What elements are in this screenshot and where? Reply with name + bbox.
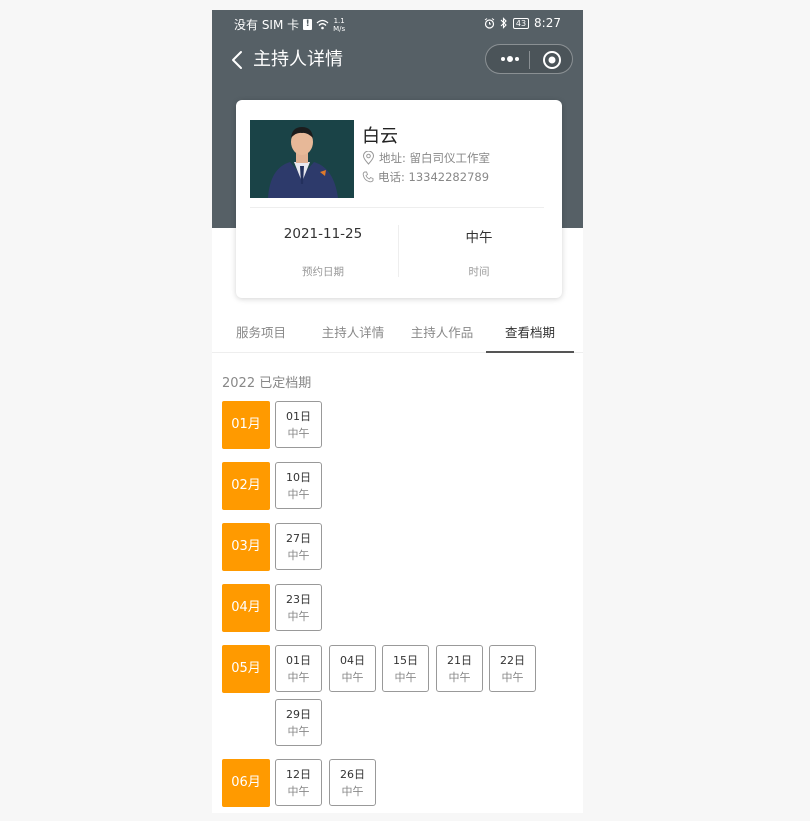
day-period: 中午 <box>287 671 310 684</box>
day-number: 23日 <box>286 593 311 606</box>
day-number: 01日 <box>286 654 311 667</box>
tab-host-details[interactable]: 主持人详情 <box>309 314 397 352</box>
phone-screen: 没有 SIM 卡 ! 1.1 M/s 43 8:27 主持人详情 白云 地址: … <box>212 10 583 813</box>
month-badge: 01月 <box>222 401 270 449</box>
day-period: 中午 <box>287 610 310 623</box>
speed-unit: M/s <box>333 24 346 33</box>
day-number: 27日 <box>286 532 311 545</box>
host-phone[interactable]: 电话: 13342282789 <box>378 169 489 185</box>
schedule-day[interactable]: 26日 中午 <box>329 759 376 806</box>
day-period: 中午 <box>287 549 310 562</box>
day-period: 中午 <box>287 427 310 440</box>
month-badge: 02月 <box>222 462 270 510</box>
sim-alert-icon: ! <box>303 19 313 30</box>
schedule-day[interactable]: 29日 中午 <box>275 699 322 746</box>
day-period: 中午 <box>341 671 364 684</box>
month-badge: 04月 <box>222 584 270 632</box>
booking-date-label: 预约日期 <box>302 266 344 278</box>
navigation-bar: 主持人详情 <box>212 42 583 78</box>
day-number: 12日 <box>286 768 311 781</box>
target-circle-icon[interactable] <box>540 48 564 72</box>
host-address: 地址: 留白司仪工作室 <box>379 151 491 165</box>
more-dots-icon[interactable] <box>494 49 526 69</box>
tab-view-schedule[interactable]: 查看档期 <box>486 314 574 353</box>
schedule-day[interactable]: 27日 中午 <box>275 523 322 570</box>
host-phone-row: 电话: 13342282789 <box>362 169 489 185</box>
schedule-year-title: 2022 已定档期 <box>222 376 312 391</box>
day-period: 中午 <box>287 488 310 501</box>
schedule-day[interactable]: 01日 中午 <box>275 401 322 448</box>
day-number: 29日 <box>286 708 311 721</box>
detail-tabs: 服务项目 主持人详情 主持人作品 查看档期 <box>212 314 583 353</box>
booking-date-block: 2021-11-25 预约日期 <box>242 208 404 298</box>
location-pin-icon <box>362 151 375 165</box>
month-badge: 06月 <box>222 759 270 807</box>
bluetooth-icon <box>500 17 507 29</box>
day-period: 中午 <box>448 671 471 684</box>
day-number: 21日 <box>447 654 472 667</box>
host-avatar <box>250 120 354 198</box>
schedule-day[interactable]: 04日 中午 <box>329 645 376 692</box>
schedule-day[interactable]: 10日 中午 <box>275 462 322 509</box>
battery-icon: 43 <box>512 17 530 29</box>
schedule-day[interactable]: 12日 中午 <box>275 759 322 806</box>
schedule-day[interactable]: 21日 中午 <box>436 645 483 692</box>
schedule-day[interactable]: 01日 中午 <box>275 645 322 692</box>
carrier-text: 没有 SIM 卡 <box>234 18 300 32</box>
month-badge: 03月 <box>222 523 270 571</box>
day-number: 01日 <box>286 410 311 423</box>
day-number: 10日 <box>286 471 311 484</box>
booking-time-block: 中午 时间 <box>398 208 560 298</box>
day-number: 22日 <box>500 654 525 667</box>
capsule-divider <box>529 51 530 69</box>
day-period: 中午 <box>287 725 310 738</box>
page-title: 主持人详情 <box>253 49 343 70</box>
schedule-day[interactable]: 22日 中午 <box>489 645 536 692</box>
booking-time-label: 时间 <box>468 266 490 278</box>
booking-date-value: 2021-11-25 <box>283 226 363 242</box>
schedule-day[interactable]: 23日 中午 <box>275 584 322 631</box>
tab-host-works[interactable]: 主持人作品 <box>398 314 486 352</box>
status-bar: 没有 SIM 卡 ! 1.1 M/s 43 8:27 <box>212 10 583 38</box>
day-number: 15日 <box>393 654 418 667</box>
host-name: 白云 <box>362 126 398 147</box>
month-badge: 05月 <box>222 645 270 693</box>
host-address-row: 地址: 留白司仪工作室 <box>362 150 490 166</box>
day-period: 中午 <box>341 785 364 798</box>
phone-icon <box>362 171 374 183</box>
wifi-icon <box>316 19 329 30</box>
status-left: 没有 SIM 卡 ! 1.1 M/s <box>234 16 345 33</box>
tab-services[interactable]: 服务项目 <box>217 314 305 352</box>
host-profile-card: 白云 地址: 留白司仪工作室 电话: 13342282789 2021-11-2… <box>236 100 562 298</box>
day-number: 26日 <box>340 768 365 781</box>
booking-time-value: 中午 <box>465 230 493 246</box>
day-number: 04日 <box>340 654 365 667</box>
day-period: 中午 <box>394 671 417 684</box>
status-right: 43 8:27 <box>484 16 561 30</box>
chevron-left-icon[interactable] <box>226 48 250 72</box>
day-period: 中午 <box>287 785 310 798</box>
network-speed: 1.1 M/s <box>333 17 345 33</box>
schedule-day[interactable]: 15日 中午 <box>382 645 429 692</box>
speed-value: 1.1 <box>333 16 345 25</box>
day-period: 中午 <box>501 671 524 684</box>
alarm-icon <box>484 17 495 29</box>
clock-text: 8:27 <box>534 16 561 30</box>
mini-program-capsule <box>485 44 573 74</box>
